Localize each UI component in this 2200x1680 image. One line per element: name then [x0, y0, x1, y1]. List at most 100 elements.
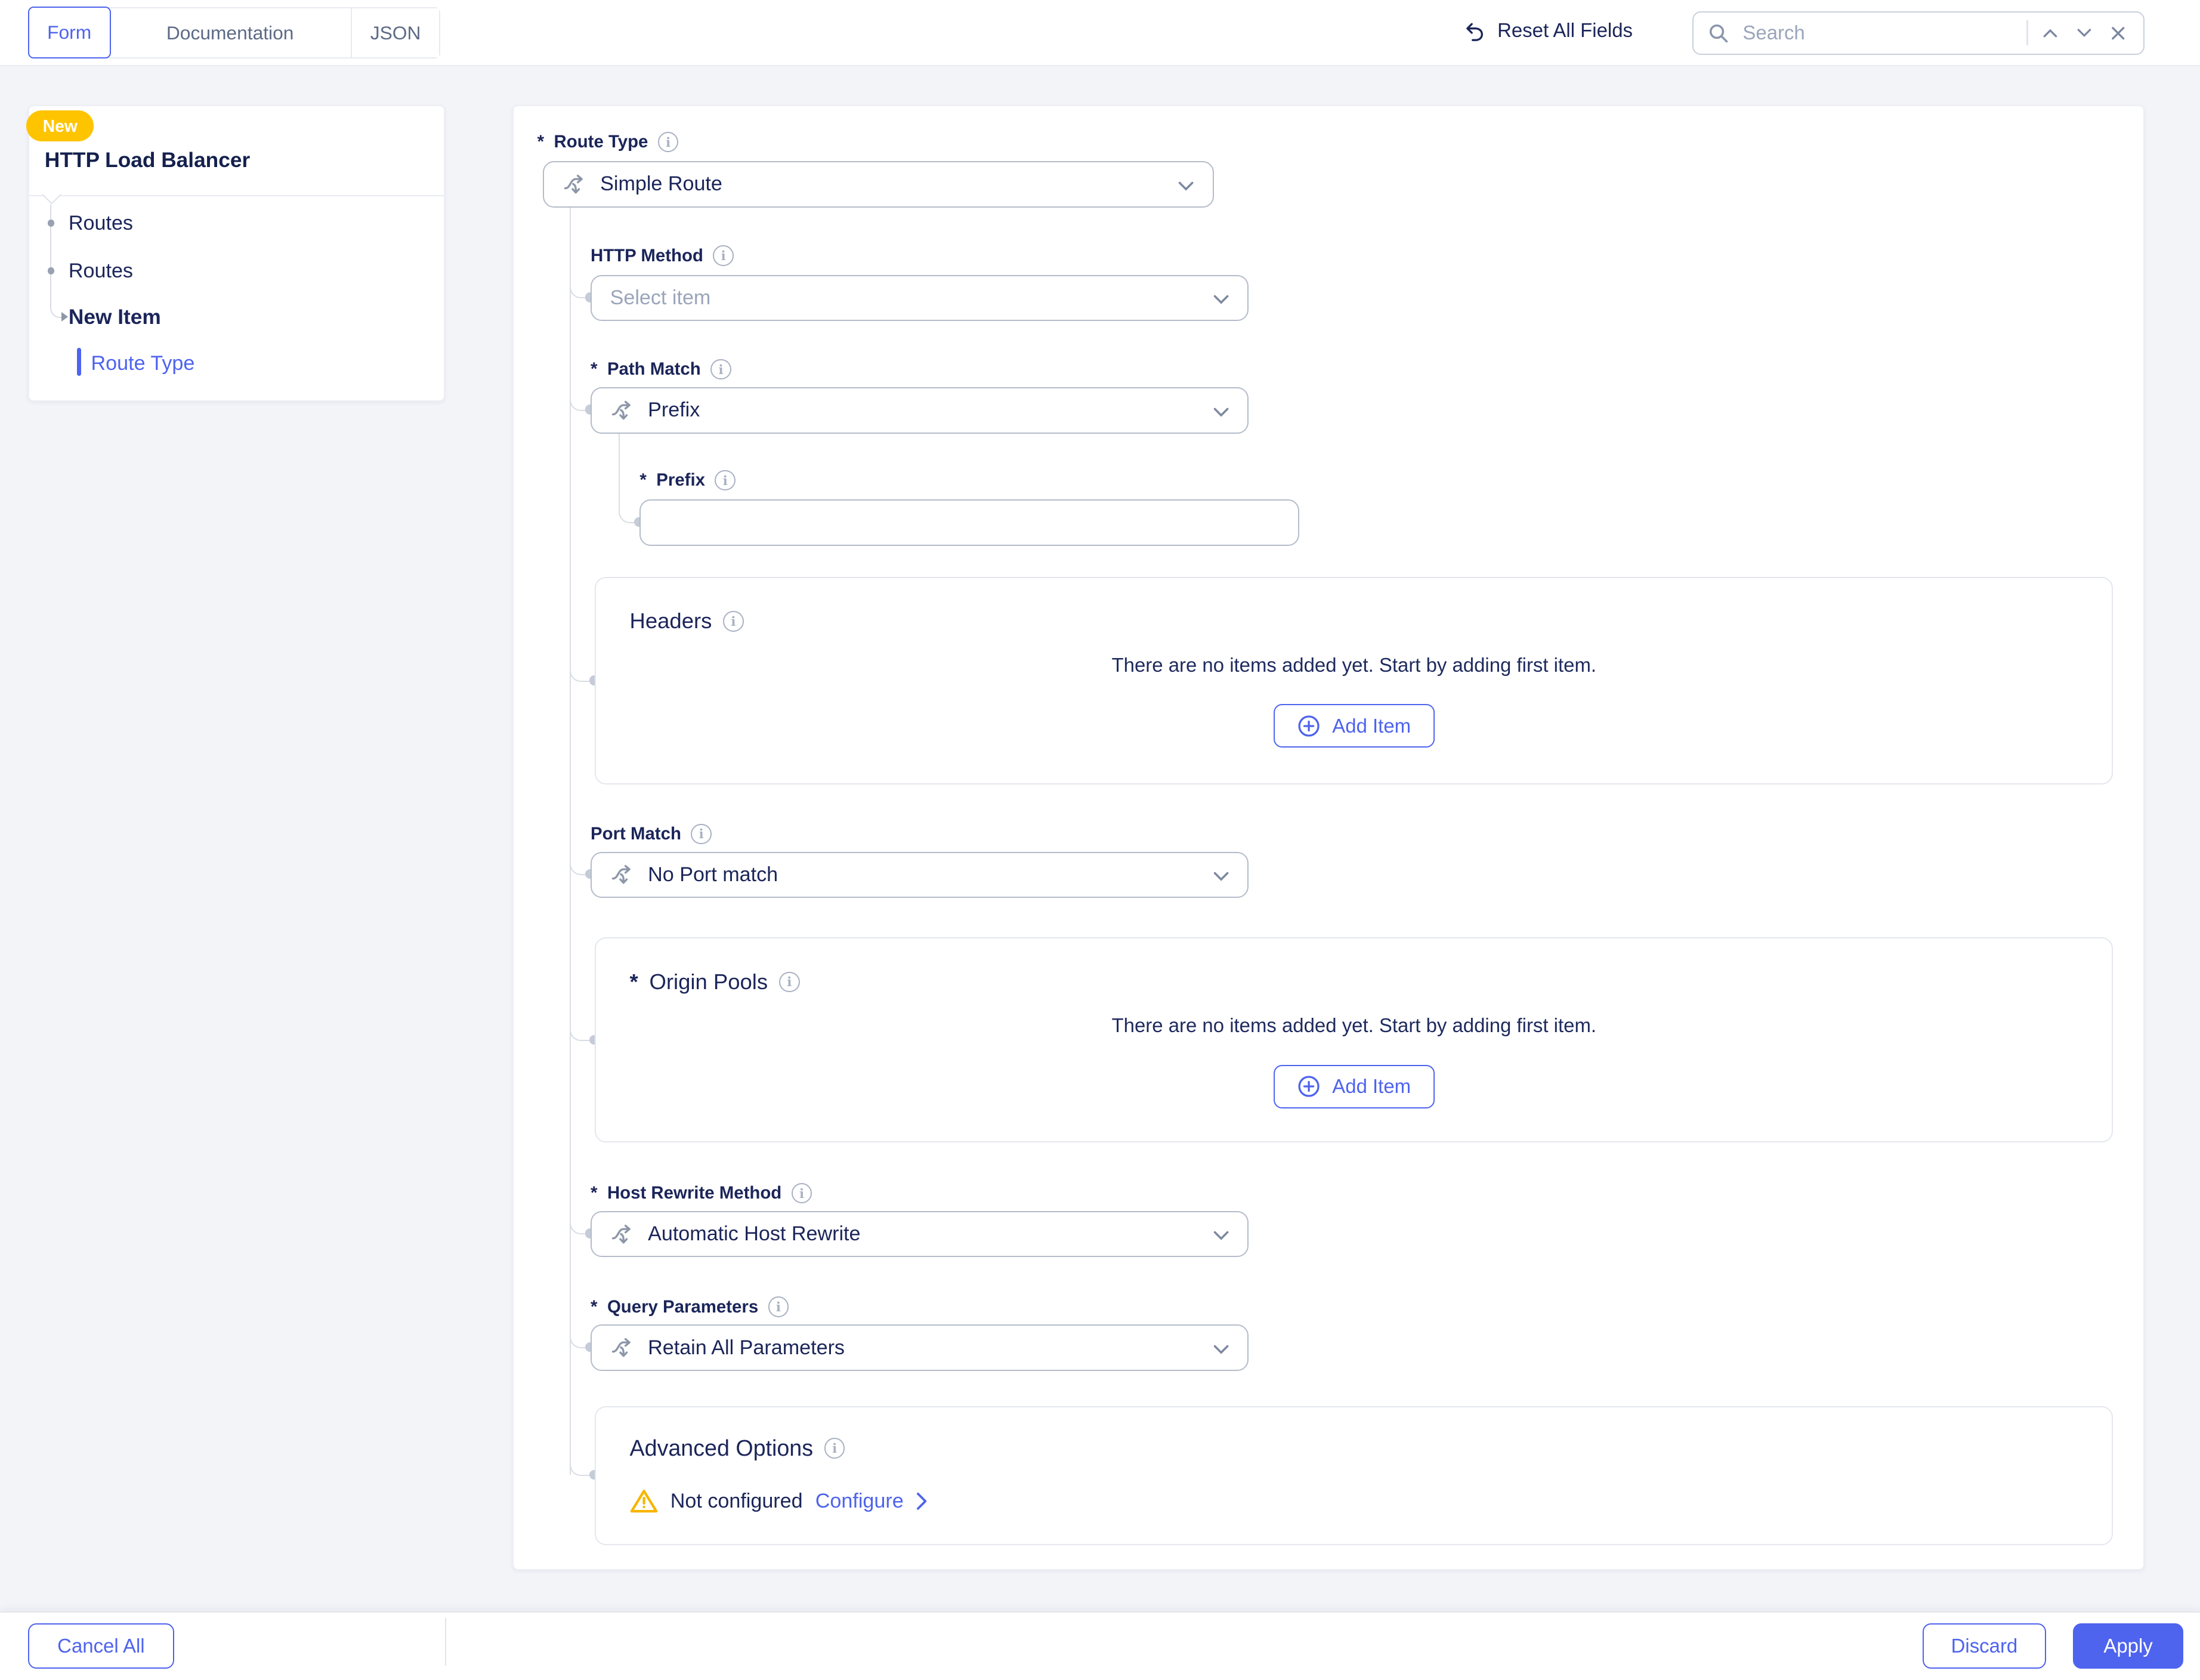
undo-icon [1462, 18, 1486, 42]
new-badge: New [26, 110, 94, 141]
sidebar-item-routes-1[interactable]: Routes [69, 212, 133, 235]
arrow-right-icon [61, 312, 68, 322]
sidebar-item-route-type[interactable]: Route Type [91, 352, 195, 375]
required-marker: * [639, 470, 646, 490]
active-indicator [77, 348, 81, 376]
reset-all-fields-button[interactable]: Reset All Fields [1462, 18, 1633, 42]
chevron-right-icon [916, 1492, 928, 1511]
info-icon[interactable] [710, 359, 731, 380]
chevron-down-icon [1213, 1344, 1229, 1355]
advanced-options-card: Advanced Options Not configured Configur… [595, 1406, 2113, 1545]
info-icon[interactable] [691, 824, 712, 845]
apply-button[interactable]: Apply [2073, 1623, 2184, 1668]
chevron-down-icon [1213, 294, 1229, 305]
topbar: Form Documentation JSON Reset All Fields [0, 0, 2200, 66]
route-branch-icon [610, 1222, 634, 1246]
info-icon[interactable] [779, 972, 800, 993]
prefix-input[interactable] [639, 499, 1299, 546]
query-parameters-label: * Query Parameters [591, 1296, 789, 1317]
required-marker: * [630, 969, 638, 995]
origin-pools-card: * Origin Pools There are no items added … [595, 937, 2113, 1142]
chevron-down-icon [2078, 30, 2090, 36]
http-method-select[interactable]: Select item [591, 275, 1249, 322]
tab-json[interactable]: JSON [352, 8, 439, 57]
origin-pools-empty-message: There are no items added yet. Start by a… [596, 1014, 2112, 1037]
sidebar-panel: New HTTP Load Balancer Routes Routes New… [28, 105, 445, 401]
info-icon[interactable] [715, 470, 736, 491]
connector-elbow [570, 1462, 592, 1476]
bullet-icon [48, 267, 55, 274]
add-item-button[interactable]: Add Item [1274, 704, 1435, 748]
sidebar-item-new-item[interactable]: New Item [69, 305, 161, 329]
search-clear-button[interactable] [2106, 21, 2129, 44]
query-parameters-select[interactable]: Retain All Parameters [591, 1324, 1249, 1371]
info-icon[interactable] [658, 132, 679, 153]
tab-documentation[interactable]: Documentation [109, 8, 352, 57]
info-icon[interactable] [723, 611, 744, 632]
port-match-label: Port Match [591, 824, 712, 845]
route-branch-icon [610, 863, 634, 887]
sidebar-item-routes-2[interactable]: Routes [69, 260, 133, 283]
headers-empty-message: There are no items added yet. Start by a… [596, 654, 2112, 677]
path-match-value: Prefix [648, 399, 700, 422]
plus-circle-icon [1297, 714, 1321, 738]
search-divider [2026, 20, 2028, 45]
not-configured-text: Not configured [670, 1490, 803, 1513]
advanced-options-title: Advanced Options [630, 1435, 845, 1461]
route-branch-icon [610, 1336, 634, 1360]
tree-elbow [50, 304, 63, 318]
connector-elbow [570, 668, 592, 681]
search-next-button[interactable] [2073, 21, 2096, 44]
port-match-value: No Port match [648, 863, 778, 887]
form-panel: * Route Type Simple Route HTTP Method Se… [512, 105, 2145, 1570]
cancel-all-button[interactable]: Cancel All [28, 1623, 174, 1668]
configure-link[interactable]: Configure [815, 1490, 904, 1513]
screen: Form Documentation JSON Reset All Fields [0, 0, 2200, 1680]
host-rewrite-method-select[interactable]: Automatic Host Rewrite [591, 1211, 1249, 1258]
search-prev-button[interactable] [2040, 21, 2062, 44]
discard-button[interactable]: Discard [1923, 1623, 2046, 1668]
tab-form[interactable]: Form [28, 7, 111, 58]
path-match-label: * Path Match [591, 359, 731, 380]
host-rewrite-method-label: * Host Rewrite Method [591, 1183, 812, 1204]
required-marker: * [591, 1183, 597, 1203]
route-type-value: Simple Route [600, 172, 722, 196]
sidebar-title: HTTP Load Balancer [45, 149, 250, 172]
chevron-down-icon [1213, 1230, 1229, 1242]
route-type-label: * Route Type [537, 132, 679, 153]
advanced-options-status: Not configured Configure [630, 1488, 928, 1514]
add-item-button[interactable]: Add Item [1274, 1065, 1435, 1108]
reset-all-fields-label: Reset All Fields [1497, 19, 1633, 42]
view-tabs: Form Documentation JSON [28, 7, 440, 58]
info-icon[interactable] [768, 1296, 789, 1317]
info-icon[interactable] [792, 1183, 812, 1204]
chevron-down-icon [1178, 181, 1194, 192]
info-icon[interactable] [824, 1438, 845, 1459]
headers-card: Headers There are no items added yet. St… [595, 577, 2113, 785]
plus-circle-icon [1297, 1074, 1321, 1098]
path-match-select[interactable]: Prefix [591, 387, 1249, 434]
info-icon[interactable] [713, 245, 734, 266]
search-icon [1708, 23, 1729, 44]
required-marker: * [591, 359, 597, 379]
bullet-icon [48, 220, 55, 227]
collapse-notch-icon [42, 185, 61, 205]
http-method-label: HTTP Method [591, 245, 734, 266]
warning-icon [630, 1488, 658, 1514]
required-marker: * [537, 132, 544, 152]
headers-title: Headers [630, 609, 744, 634]
required-marker: * [591, 1297, 597, 1317]
search-input[interactable] [1740, 20, 2016, 46]
prefix-label: * Prefix [639, 470, 736, 491]
port-match-select[interactable]: No Port match [591, 852, 1249, 898]
footer-divider [445, 1618, 446, 1666]
sidebar-divider [29, 195, 444, 196]
close-icon [2112, 27, 2123, 38]
footer-bar: Cancel All Discard Apply [0, 1611, 2200, 1680]
origin-pools-title: * Origin Pools [630, 969, 800, 995]
route-type-select[interactable]: Simple Route [543, 161, 1213, 208]
connector-line [619, 434, 620, 509]
http-method-placeholder: Select item [610, 286, 711, 310]
chevron-down-icon [1213, 871, 1229, 882]
route-branch-icon [563, 172, 586, 196]
